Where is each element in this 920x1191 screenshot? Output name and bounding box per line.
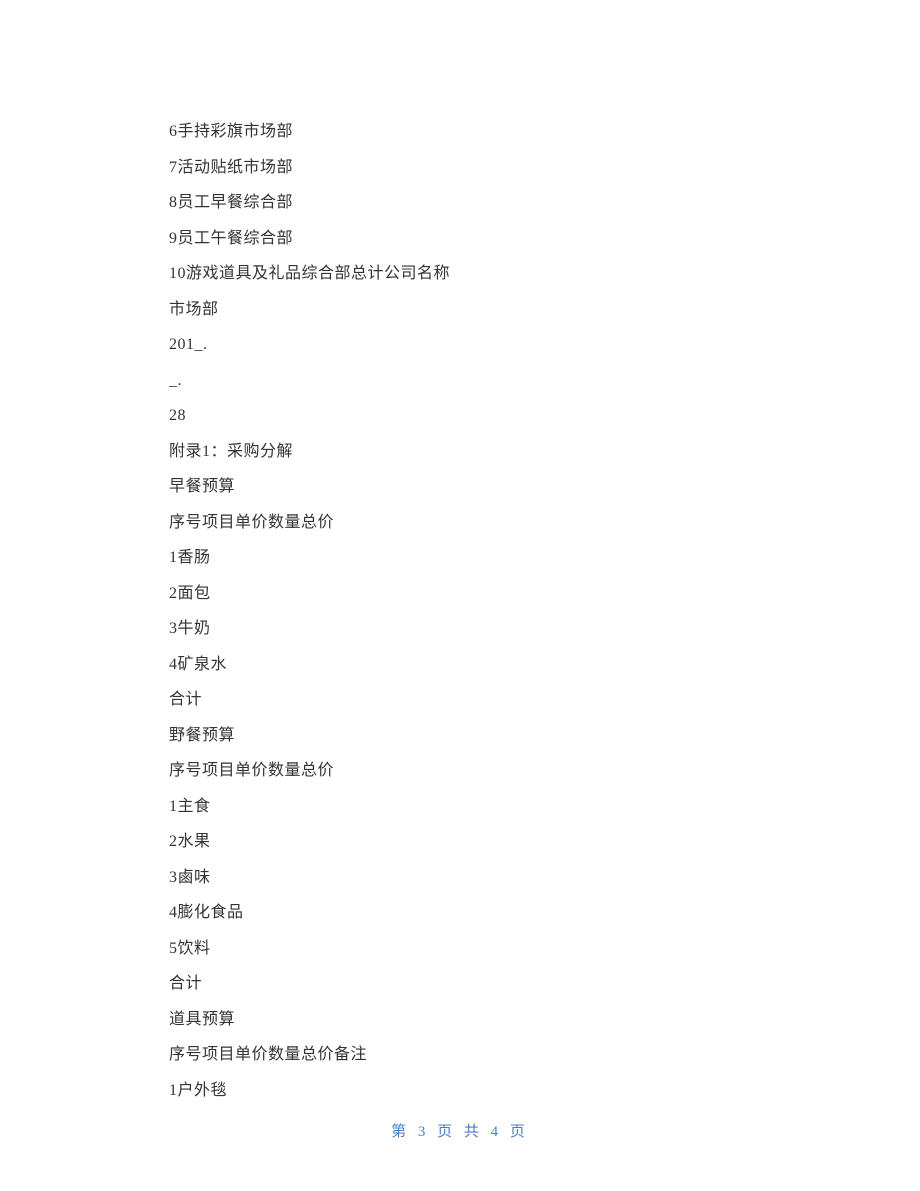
text-line: 序号项目单价数量总价 (169, 505, 769, 541)
text-line: 序号项目单价数量总价 (169, 753, 769, 789)
text-line: 早餐预算 (169, 469, 769, 505)
text-line: 28 (169, 398, 769, 434)
text-line: 7活动贴纸市场部 (169, 150, 769, 186)
text-line: 附录1：采购分解 (169, 434, 769, 470)
text-line: 8员工早餐综合部 (169, 185, 769, 221)
text-line: 1香肠 (169, 540, 769, 576)
text-line: 201_. (169, 327, 769, 363)
text-line: 2面包 (169, 576, 769, 612)
text-line: 9员工午餐综合部 (169, 221, 769, 257)
text-line: 3鹵味 (169, 860, 769, 896)
text-line: 5饮料 (169, 931, 769, 967)
text-line: 合计 (169, 966, 769, 1002)
text-line: 序号项目单价数量总价备注 (169, 1037, 769, 1073)
text-line: 6手持彩旗市场部 (169, 114, 769, 150)
text-line: 4矿泉水 (169, 647, 769, 683)
text-line: 1主食 (169, 789, 769, 825)
text-line: 市场部 (169, 292, 769, 328)
page-footer: 第 3 页 共 4 页 (0, 1120, 920, 1141)
text-line: 合计 (169, 682, 769, 718)
document-content: 6手持彩旗市场部 7活动贴纸市场部 8员工早餐综合部 9员工午餐综合部 10游戏… (169, 114, 769, 1108)
text-line: 4膨化食品 (169, 895, 769, 931)
text-line: _. (169, 363, 769, 399)
text-line: 野餐预算 (169, 718, 769, 754)
text-line: 1户外毯 (169, 1073, 769, 1109)
text-line: 2水果 (169, 824, 769, 860)
text-line: 道具预算 (169, 1002, 769, 1038)
text-line: 10游戏道具及礼品综合部总计公司名称 (169, 256, 769, 292)
text-line: 3牛奶 (169, 611, 769, 647)
